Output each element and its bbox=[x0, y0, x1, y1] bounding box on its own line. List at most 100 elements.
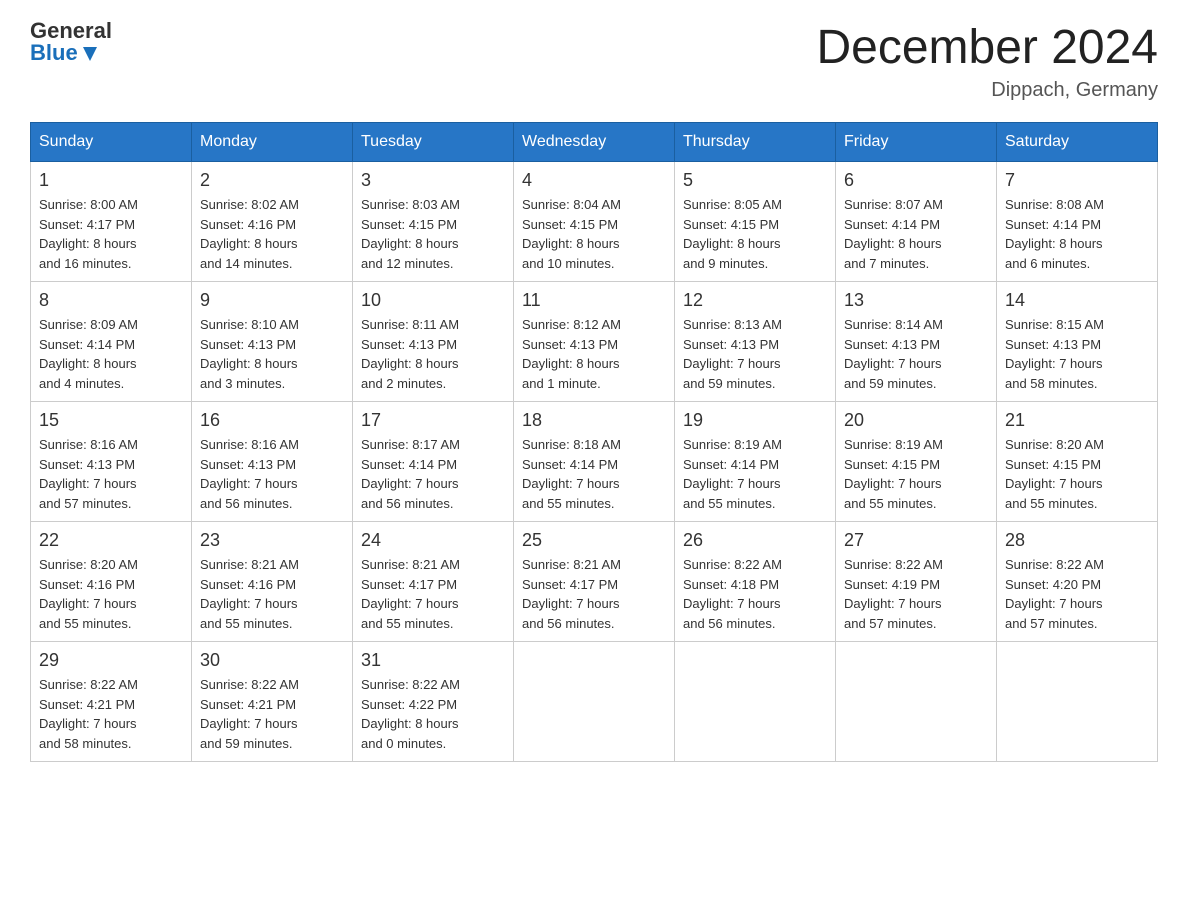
calendar-cell bbox=[514, 642, 675, 762]
header-friday: Friday bbox=[836, 123, 997, 162]
logo: General Blue bbox=[30, 20, 112, 64]
day-info: Sunrise: 8:03 AMSunset: 4:15 PMDaylight:… bbox=[361, 195, 505, 273]
day-info: Sunrise: 8:15 AMSunset: 4:13 PMDaylight:… bbox=[1005, 315, 1149, 393]
day-number: 14 bbox=[1005, 290, 1149, 311]
day-info: Sunrise: 8:07 AMSunset: 4:14 PMDaylight:… bbox=[844, 195, 988, 273]
day-info: Sunrise: 8:21 AMSunset: 4:16 PMDaylight:… bbox=[200, 555, 344, 633]
day-info: Sunrise: 8:22 AMSunset: 4:20 PMDaylight:… bbox=[1005, 555, 1149, 633]
day-number: 3 bbox=[361, 170, 505, 191]
header-monday: Monday bbox=[192, 123, 353, 162]
calendar-cell: 30 Sunrise: 8:22 AMSunset: 4:21 PMDaylig… bbox=[192, 642, 353, 762]
day-info: Sunrise: 8:21 AMSunset: 4:17 PMDaylight:… bbox=[522, 555, 666, 633]
day-info: Sunrise: 8:09 AMSunset: 4:14 PMDaylight:… bbox=[39, 315, 183, 393]
calendar-header-row: SundayMondayTuesdayWednesdayThursdayFrid… bbox=[31, 123, 1158, 162]
day-info: Sunrise: 8:22 AMSunset: 4:21 PMDaylight:… bbox=[200, 675, 344, 753]
calendar-cell: 16 Sunrise: 8:16 AMSunset: 4:13 PMDaylig… bbox=[192, 402, 353, 522]
day-info: Sunrise: 8:02 AMSunset: 4:16 PMDaylight:… bbox=[200, 195, 344, 273]
day-number: 11 bbox=[522, 290, 666, 311]
calendar-cell: 20 Sunrise: 8:19 AMSunset: 4:15 PMDaylig… bbox=[836, 402, 997, 522]
day-info: Sunrise: 8:14 AMSunset: 4:13 PMDaylight:… bbox=[844, 315, 988, 393]
calendar-cell: 24 Sunrise: 8:21 AMSunset: 4:17 PMDaylig… bbox=[353, 522, 514, 642]
day-number: 26 bbox=[683, 530, 827, 551]
day-number: 28 bbox=[1005, 530, 1149, 551]
page-title: December 2024 bbox=[816, 20, 1158, 75]
day-number: 20 bbox=[844, 410, 988, 431]
calendar-cell: 10 Sunrise: 8:11 AMSunset: 4:13 PMDaylig… bbox=[353, 282, 514, 402]
day-info: Sunrise: 8:04 AMSunset: 4:15 PMDaylight:… bbox=[522, 195, 666, 273]
day-number: 22 bbox=[39, 530, 183, 551]
calendar-cell bbox=[675, 642, 836, 762]
day-info: Sunrise: 8:22 AMSunset: 4:21 PMDaylight:… bbox=[39, 675, 183, 753]
calendar-cell: 18 Sunrise: 8:18 AMSunset: 4:14 PMDaylig… bbox=[514, 402, 675, 522]
calendar-week-row: 29 Sunrise: 8:22 AMSunset: 4:21 PMDaylig… bbox=[31, 642, 1158, 762]
day-info: Sunrise: 8:05 AMSunset: 4:15 PMDaylight:… bbox=[683, 195, 827, 273]
day-number: 1 bbox=[39, 170, 183, 191]
calendar-cell bbox=[836, 642, 997, 762]
day-info: Sunrise: 8:21 AMSunset: 4:17 PMDaylight:… bbox=[361, 555, 505, 633]
calendar-week-row: 15 Sunrise: 8:16 AMSunset: 4:13 PMDaylig… bbox=[31, 402, 1158, 522]
day-number: 23 bbox=[200, 530, 344, 551]
day-number: 9 bbox=[200, 290, 344, 311]
day-number: 24 bbox=[361, 530, 505, 551]
calendar-cell: 6 Sunrise: 8:07 AMSunset: 4:14 PMDayligh… bbox=[836, 162, 997, 282]
day-info: Sunrise: 8:19 AMSunset: 4:15 PMDaylight:… bbox=[844, 435, 988, 513]
calendar-cell: 12 Sunrise: 8:13 AMSunset: 4:13 PMDaylig… bbox=[675, 282, 836, 402]
day-info: Sunrise: 8:11 AMSunset: 4:13 PMDaylight:… bbox=[361, 315, 505, 393]
logo-general-text: General bbox=[30, 20, 112, 42]
calendar-cell: 14 Sunrise: 8:15 AMSunset: 4:13 PMDaylig… bbox=[997, 282, 1158, 402]
calendar-cell: 2 Sunrise: 8:02 AMSunset: 4:16 PMDayligh… bbox=[192, 162, 353, 282]
day-number: 6 bbox=[844, 170, 988, 191]
calendar-week-row: 1 Sunrise: 8:00 AMSunset: 4:17 PMDayligh… bbox=[31, 162, 1158, 282]
day-number: 17 bbox=[361, 410, 505, 431]
day-info: Sunrise: 8:13 AMSunset: 4:13 PMDaylight:… bbox=[683, 315, 827, 393]
header-tuesday: Tuesday bbox=[353, 123, 514, 162]
calendar-cell: 5 Sunrise: 8:05 AMSunset: 4:15 PMDayligh… bbox=[675, 162, 836, 282]
day-info: Sunrise: 8:22 AMSunset: 4:19 PMDaylight:… bbox=[844, 555, 988, 633]
logo-blue-text: Blue bbox=[30, 42, 78, 64]
calendar-cell: 26 Sunrise: 8:22 AMSunset: 4:18 PMDaylig… bbox=[675, 522, 836, 642]
day-info: Sunrise: 8:18 AMSunset: 4:14 PMDaylight:… bbox=[522, 435, 666, 513]
day-info: Sunrise: 8:19 AMSunset: 4:14 PMDaylight:… bbox=[683, 435, 827, 513]
day-number: 29 bbox=[39, 650, 183, 671]
day-number: 10 bbox=[361, 290, 505, 311]
day-number: 19 bbox=[683, 410, 827, 431]
day-number: 4 bbox=[522, 170, 666, 191]
day-info: Sunrise: 8:17 AMSunset: 4:14 PMDaylight:… bbox=[361, 435, 505, 513]
day-info: Sunrise: 8:08 AMSunset: 4:14 PMDaylight:… bbox=[1005, 195, 1149, 273]
day-number: 12 bbox=[683, 290, 827, 311]
calendar-cell: 22 Sunrise: 8:20 AMSunset: 4:16 PMDaylig… bbox=[31, 522, 192, 642]
calendar-week-row: 8 Sunrise: 8:09 AMSunset: 4:14 PMDayligh… bbox=[31, 282, 1158, 402]
calendar-week-row: 22 Sunrise: 8:20 AMSunset: 4:16 PMDaylig… bbox=[31, 522, 1158, 642]
calendar-cell: 23 Sunrise: 8:21 AMSunset: 4:16 PMDaylig… bbox=[192, 522, 353, 642]
calendar-cell: 25 Sunrise: 8:21 AMSunset: 4:17 PMDaylig… bbox=[514, 522, 675, 642]
day-number: 5 bbox=[683, 170, 827, 191]
calendar-cell: 8 Sunrise: 8:09 AMSunset: 4:14 PMDayligh… bbox=[31, 282, 192, 402]
day-number: 31 bbox=[361, 650, 505, 671]
location-subtitle: Dippach, Germany bbox=[816, 79, 1158, 102]
day-number: 7 bbox=[1005, 170, 1149, 191]
header-thursday: Thursday bbox=[675, 123, 836, 162]
day-info: Sunrise: 8:16 AMSunset: 4:13 PMDaylight:… bbox=[39, 435, 183, 513]
day-number: 18 bbox=[522, 410, 666, 431]
header-saturday: Saturday bbox=[997, 123, 1158, 162]
day-number: 2 bbox=[200, 170, 344, 191]
calendar-cell: 9 Sunrise: 8:10 AMSunset: 4:13 PMDayligh… bbox=[192, 282, 353, 402]
calendar-cell: 21 Sunrise: 8:20 AMSunset: 4:15 PMDaylig… bbox=[997, 402, 1158, 522]
calendar-cell: 19 Sunrise: 8:19 AMSunset: 4:14 PMDaylig… bbox=[675, 402, 836, 522]
calendar-cell: 15 Sunrise: 8:16 AMSunset: 4:13 PMDaylig… bbox=[31, 402, 192, 522]
header-sunday: Sunday bbox=[31, 123, 192, 162]
day-number: 15 bbox=[39, 410, 183, 431]
title-area: December 2024 Dippach, Germany bbox=[816, 20, 1158, 102]
calendar-cell: 1 Sunrise: 8:00 AMSunset: 4:17 PMDayligh… bbox=[31, 162, 192, 282]
page-header: General Blue December 2024 Dippach, Germ… bbox=[30, 20, 1158, 102]
day-number: 16 bbox=[200, 410, 344, 431]
calendar-cell: 17 Sunrise: 8:17 AMSunset: 4:14 PMDaylig… bbox=[353, 402, 514, 522]
day-info: Sunrise: 8:16 AMSunset: 4:13 PMDaylight:… bbox=[200, 435, 344, 513]
day-number: 21 bbox=[1005, 410, 1149, 431]
day-number: 30 bbox=[200, 650, 344, 671]
day-info: Sunrise: 8:00 AMSunset: 4:17 PMDaylight:… bbox=[39, 195, 183, 273]
logo-arrow-icon bbox=[81, 45, 99, 63]
day-info: Sunrise: 8:10 AMSunset: 4:13 PMDaylight:… bbox=[200, 315, 344, 393]
calendar-cell: 27 Sunrise: 8:22 AMSunset: 4:19 PMDaylig… bbox=[836, 522, 997, 642]
day-info: Sunrise: 8:22 AMSunset: 4:18 PMDaylight:… bbox=[683, 555, 827, 633]
